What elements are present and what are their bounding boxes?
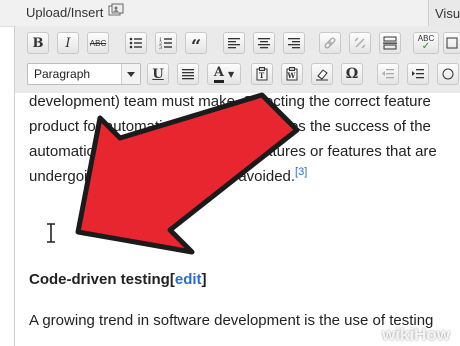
pointer-arrow-icon — [75, 92, 300, 255]
watermark-logo: wikiHow — [382, 325, 451, 344]
